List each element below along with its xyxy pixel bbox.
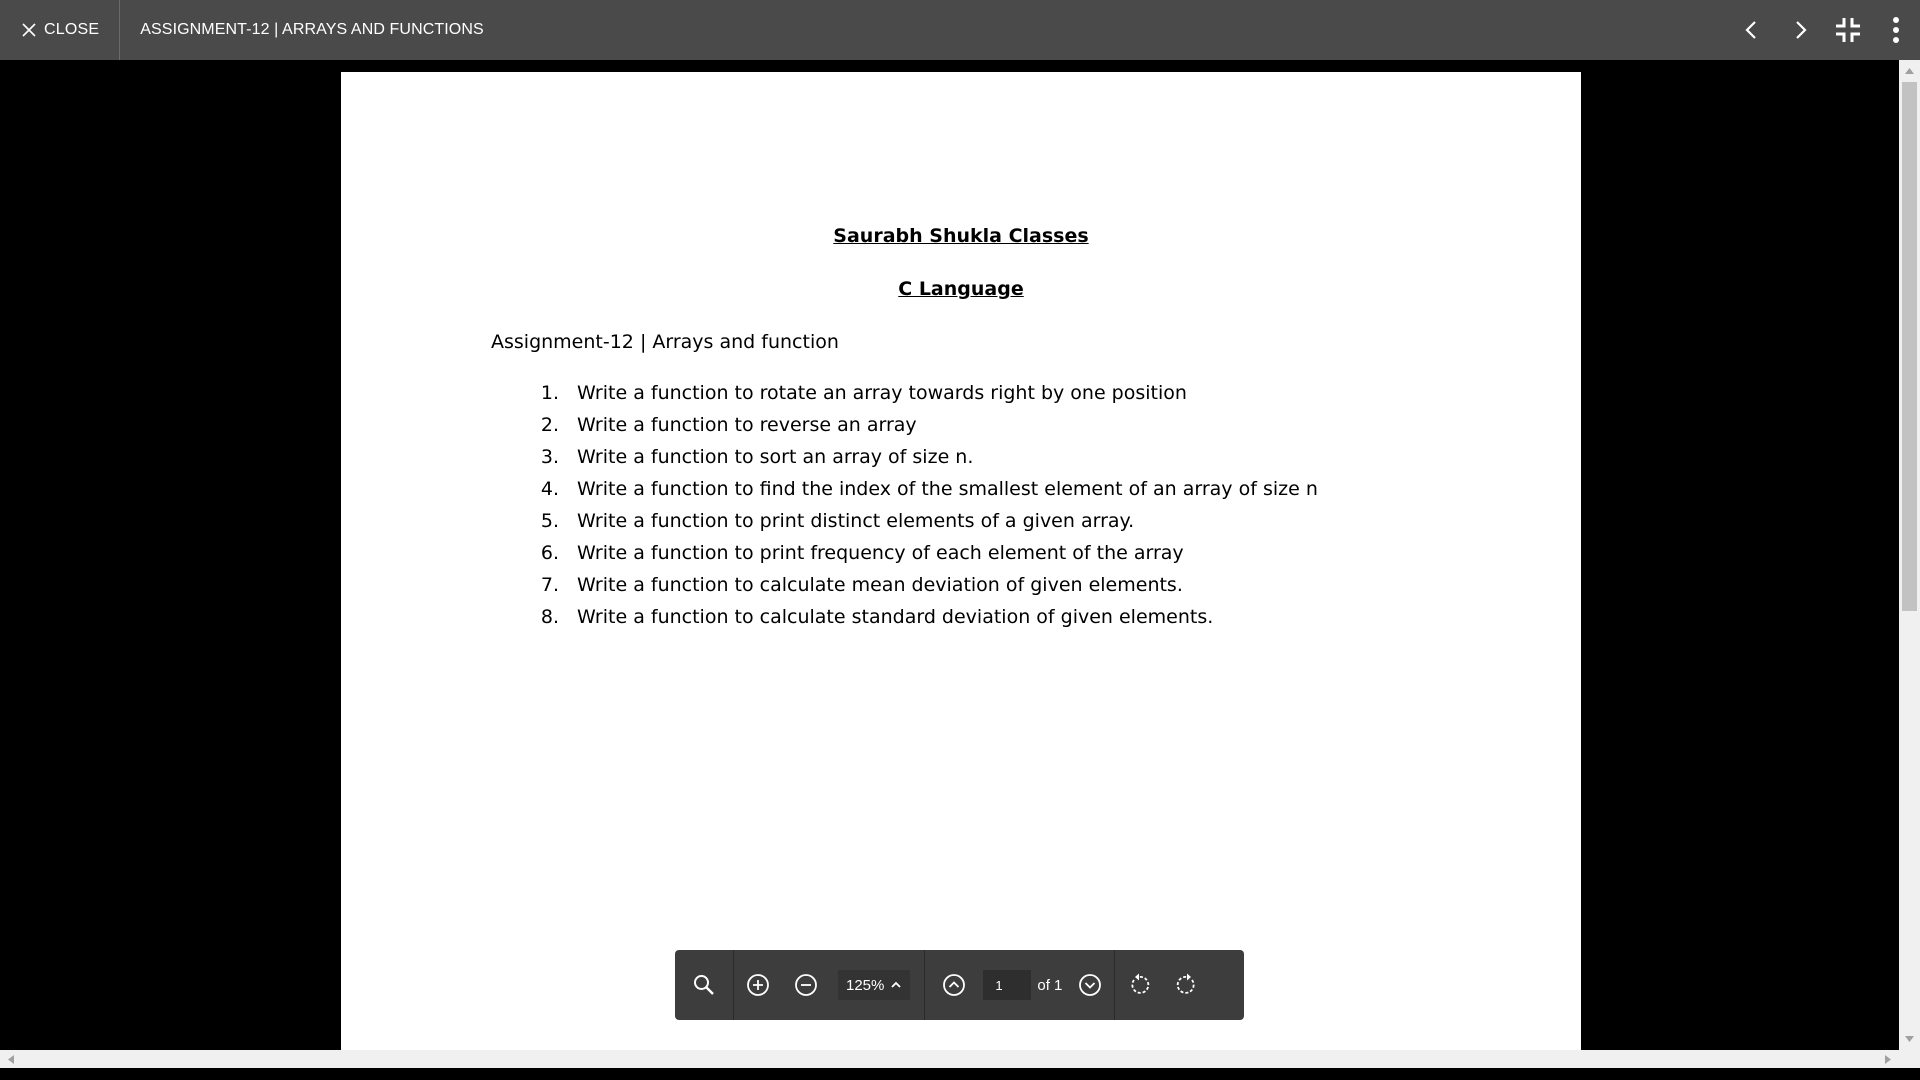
chevron-left-icon — [1745, 21, 1756, 39]
chevron-up-icon — [891, 981, 902, 988]
document-heading: Saurabh Shukla Classes — [833, 225, 1089, 247]
header-actions — [1728, 0, 1920, 60]
document-page: Saurabh Shukla Classes C Language Assign… — [341, 72, 1581, 1050]
list-item: 5. Write a function to print distinct ele… — [540, 510, 1135, 532]
list-item: 6. Write a function to print frequency of… — [540, 542, 1184, 564]
scroll-up-icon[interactable] — [1899, 62, 1920, 80]
next-page-icon — [1079, 974, 1102, 996]
scroll-left-icon[interactable] — [2, 1050, 20, 1068]
search-button[interactable] — [675, 950, 733, 1020]
previous-page-button[interactable] — [925, 950, 983, 1020]
page-navigation-group: of 1 — [925, 950, 1114, 1020]
page-count-label: of 1 — [1037, 976, 1063, 994]
document-title: ASSIGNMENT-12 | ARRAYS AND FUNCTIONS — [140, 21, 484, 38]
list-item: 1. Write a function to rotate an array to… — [540, 382, 1187, 404]
list-item: 8. Write a function to calculate standard… — [540, 606, 1214, 628]
close-icon — [22, 23, 36, 37]
horizontal-scrollbar[interactable] — [0, 1050, 1899, 1068]
zoom-out-button[interactable] — [782, 950, 830, 1020]
search-icon — [694, 975, 714, 995]
zoom-out-icon — [795, 974, 817, 996]
scroll-down-icon[interactable] — [1899, 1030, 1920, 1048]
more-options-button[interactable] — [1872, 0, 1920, 60]
task-list: 1. Write a function to rotate an array to… — [521, 382, 1318, 638]
zoom-in-button[interactable] — [734, 950, 782, 1020]
zoom-group: 125% — [734, 950, 924, 1020]
rotate-group — [1115, 950, 1211, 1020]
window-bottom-edge — [0, 1068, 1920, 1080]
rotate-right-icon — [1177, 973, 1195, 994]
next-page-button[interactable] — [1066, 950, 1114, 1020]
document-subheading: C Language — [898, 278, 1024, 300]
exit-fullscreen-button[interactable] — [1824, 0, 1872, 60]
previous-document-button[interactable] — [1728, 0, 1776, 60]
viewer-toolbar: 125% of 1 — [675, 950, 1244, 1020]
exit-fullscreen-icon — [1836, 18, 1860, 42]
rotate-left-icon — [1131, 973, 1150, 994]
assignment-title: Assignment-12 | Arrays and function — [491, 331, 839, 353]
zoom-level-value: 125% — [846, 976, 885, 994]
previous-page-icon — [943, 974, 966, 996]
viewer-header: CLOSE ASSIGNMENT-12 | ARRAYS AND FUNCTIO… — [0, 0, 1920, 60]
list-item: 7. Write a function to calculate mean dev… — [540, 574, 1183, 596]
scroll-right-icon[interactable] — [1879, 1050, 1897, 1068]
scrollbar-corner — [1899, 1050, 1920, 1068]
close-button[interactable]: CLOSE — [0, 0, 121, 60]
vertical-scrollbar[interactable] — [1899, 60, 1920, 1050]
rotate-right-button[interactable] — [1163, 950, 1211, 1020]
page-number-input[interactable] — [983, 970, 1032, 1000]
chevron-right-icon — [1796, 21, 1807, 39]
zoom-level-select[interactable]: 125% — [838, 970, 911, 1000]
close-label: CLOSE — [44, 21, 100, 38]
more-vertical-icon — [1893, 17, 1899, 43]
search-group — [675, 950, 733, 1020]
next-document-button[interactable] — [1776, 0, 1824, 60]
rotate-left-button[interactable] — [1115, 950, 1163, 1020]
list-item: 4. Write a function to find the index of … — [540, 478, 1318, 500]
vertical-scroll-thumb[interactable] — [1902, 82, 1917, 611]
list-item: 3. Write a function to sort an array of s… — [540, 446, 974, 468]
zoom-in-icon — [747, 974, 769, 996]
list-item: 2. Write a function to reverse an array — [540, 414, 917, 436]
